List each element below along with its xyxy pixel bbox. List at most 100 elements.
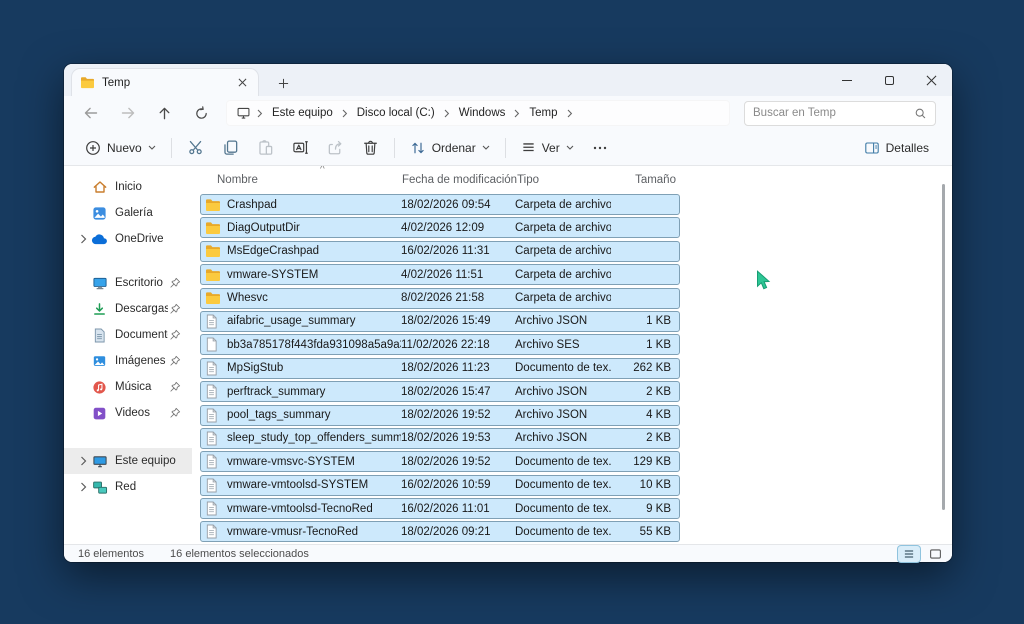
sidebar-item-música[interactable]: Música bbox=[64, 374, 192, 400]
breadcrumb-item[interactable]: Temp bbox=[524, 105, 562, 121]
file-name: perftrack_summary bbox=[227, 385, 326, 398]
search-box[interactable] bbox=[744, 100, 936, 126]
sidebar-item-label: Inicio bbox=[115, 181, 142, 193]
rename-button[interactable] bbox=[283, 134, 318, 162]
breadcrumb[interactable]: Este equipo Disco local (C:) Windows Temp bbox=[226, 100, 730, 126]
file-name: vmware-vmusr-TecnoRed bbox=[227, 525, 359, 538]
paste-icon bbox=[259, 140, 272, 155]
sidebar-item-inicio[interactable]: Inicio bbox=[64, 174, 192, 200]
file-name-cell: bb3a785178f443fda931098a5a9a306b.d... bbox=[201, 337, 401, 352]
breadcrumb-item[interactable]: Este equipo bbox=[267, 105, 338, 121]
tab-temp[interactable]: Temp bbox=[72, 69, 258, 96]
table-row[interactable]: pool_tags_summary 18/02/2026 19:52 Archivo… bbox=[200, 404, 680, 426]
content-area: Inicio Galería OneDrive Escritorio Descargas… bbox=[64, 166, 952, 544]
table-row[interactable]: vmware-vmsvc-SYSTEM 18/02/2026 19:52 Docum… bbox=[200, 451, 680, 473]
toolbar-divider bbox=[393, 137, 395, 158]
breadcrumb-item[interactable]: Windows bbox=[454, 105, 511, 121]
table-row[interactable]: bb3a785178f443fda931098a5a9a306b.d...11/… bbox=[200, 334, 680, 356]
pin-icon[interactable] bbox=[168, 303, 182, 315]
table-row[interactable]: vmware-SYSTEM 4/02/2026 11:51 Carpeta de a… bbox=[200, 264, 680, 286]
column-header-nombre[interactable]: Nombre bbox=[200, 174, 402, 186]
file-name: MpSigStub bbox=[227, 362, 284, 375]
table-row[interactable]: MpSigStub 18/02/2026 11:23 Documento de te… bbox=[200, 357, 680, 379]
breadcrumb-chevron-icon[interactable] bbox=[565, 109, 575, 118]
pin-icon[interactable] bbox=[168, 381, 182, 393]
minimize-button[interactable] bbox=[826, 64, 868, 96]
breadcrumb-chevron-icon[interactable] bbox=[512, 109, 522, 118]
sidebar-item-label: Red bbox=[115, 481, 137, 493]
delete-button[interactable] bbox=[353, 134, 388, 162]
monitor-icon bbox=[234, 106, 253, 120]
details-pane-button[interactable]: Detalles bbox=[855, 134, 938, 162]
view-button[interactable]: Ver bbox=[512, 134, 583, 162]
pin-icon[interactable] bbox=[168, 329, 182, 341]
new-tab-button[interactable] bbox=[270, 70, 296, 96]
pin-icon[interactable] bbox=[168, 407, 182, 419]
column-header-tipo[interactable]: Tipo bbox=[517, 174, 613, 186]
file-type-cell: Documento de tex... bbox=[515, 502, 611, 515]
paste-button[interactable] bbox=[248, 134, 283, 162]
sidebar-item-label: Imágenes bbox=[115, 355, 166, 367]
folder-icon bbox=[205, 221, 221, 235]
new-button[interactable]: Nuevo bbox=[76, 134, 165, 162]
pin-icon[interactable] bbox=[168, 277, 182, 289]
tab-close-icon[interactable] bbox=[234, 75, 250, 91]
file-type-cell: Archivo JSON bbox=[515, 409, 588, 422]
file-date-cell: 18/02/2026 19:52 bbox=[401, 455, 491, 468]
up-button[interactable] bbox=[146, 98, 183, 128]
details-pane-icon bbox=[864, 141, 879, 154]
file-lines-icon bbox=[205, 524, 221, 539]
file-name-cell: sleep_study_top_offenders_summary bbox=[201, 431, 401, 446]
sidebar-item-documentos[interactable]: Documentos bbox=[64, 322, 192, 348]
column-header-tamaño[interactable]: Tamaño bbox=[613, 174, 680, 186]
explorer-window: Temp Este equipo Disco local (C:) Window… bbox=[64, 64, 952, 562]
table-row[interactable]: vmware-vmusr-TecnoRed 18/02/2026 09:21 Doc… bbox=[200, 521, 680, 543]
cut-button[interactable] bbox=[178, 134, 213, 162]
chevron-right-icon[interactable] bbox=[76, 456, 91, 466]
table-row[interactable]: perftrack_summary 18/02/2026 15:47 Archivo… bbox=[200, 381, 680, 403]
sidebar-item-red[interactable]: Red bbox=[64, 474, 192, 500]
back-button[interactable] bbox=[72, 98, 109, 128]
file-name: vmware-vmsvc-SYSTEM bbox=[227, 455, 355, 468]
share-icon bbox=[328, 140, 342, 155]
table-row[interactable]: vmware-vmtoolsd-TecnoRed 16/02/2026 11:01… bbox=[200, 498, 680, 520]
table-row[interactable]: MsEdgeCrashpad 16/02/2026 11:31 Carpeta de… bbox=[200, 240, 680, 262]
sidebar-item-galería[interactable]: Galería bbox=[64, 200, 192, 226]
maximize-button[interactable] bbox=[868, 64, 910, 96]
table-row[interactable]: aifabric_usage_summary 18/02/2026 15:49 Ar… bbox=[200, 310, 680, 332]
sidebar-item-descargas[interactable]: Descargas bbox=[64, 296, 192, 322]
copy-button[interactable] bbox=[213, 134, 248, 162]
table-row[interactable]: sleep_study_top_offenders_summary 18/02/2… bbox=[200, 427, 680, 449]
chevron-right-icon[interactable] bbox=[76, 234, 91, 244]
breadcrumb-chevron-icon[interactable] bbox=[340, 109, 350, 118]
sort-button[interactable]: Ordenar bbox=[401, 134, 499, 162]
table-row[interactable]: Whesvc 8/02/2026 21:58 Carpeta de archivos bbox=[200, 287, 680, 309]
close-button[interactable] bbox=[910, 64, 952, 96]
sidebar-item-onedrive[interactable]: OneDrive bbox=[64, 226, 192, 252]
vertical-scrollbar[interactable] bbox=[942, 184, 945, 510]
breadcrumb-chevron-icon[interactable] bbox=[442, 109, 452, 118]
table-row[interactable]: vmware-vmtoolsd-SYSTEM 16/02/2026 10:59 Do… bbox=[200, 474, 680, 496]
file-rows: Crashpad 18/02/2026 09:54 Carpeta de archi… bbox=[200, 194, 680, 543]
sidebar-item-imágenes[interactable]: Imágenes bbox=[64, 348, 192, 374]
search-input[interactable] bbox=[753, 107, 914, 119]
sidebar-item-escritorio[interactable]: Escritorio bbox=[64, 270, 192, 296]
share-button[interactable] bbox=[318, 134, 353, 162]
table-row[interactable]: Crashpad 18/02/2026 09:54 Carpeta de archi… bbox=[200, 194, 680, 215]
file-size-cell: 1 KB bbox=[646, 338, 671, 351]
sidebar-item-videos[interactable]: Videos bbox=[64, 400, 192, 426]
forward-button[interactable] bbox=[109, 98, 146, 128]
folder-icon bbox=[205, 268, 221, 282]
chevron-right-icon[interactable] bbox=[76, 482, 91, 492]
column-header-fecha[interactable]: Fecha de modificación bbox=[402, 174, 517, 186]
breadcrumb-chevron-icon[interactable] bbox=[255, 109, 265, 118]
thumbnails-view-toggle[interactable] bbox=[924, 546, 946, 562]
refresh-button[interactable] bbox=[183, 98, 220, 128]
details-view-toggle[interactable] bbox=[898, 545, 920, 562]
sidebar-item-este-equipo[interactable]: Este equipo bbox=[64, 448, 192, 474]
minimize-icon bbox=[842, 79, 852, 81]
breadcrumb-item[interactable]: Disco local (C:) bbox=[352, 105, 440, 121]
more-button[interactable] bbox=[583, 134, 617, 162]
pin-icon[interactable] bbox=[168, 355, 182, 367]
table-row[interactable]: DiagOutputDir 4/02/2026 12:09 Carpeta de a… bbox=[200, 217, 680, 239]
